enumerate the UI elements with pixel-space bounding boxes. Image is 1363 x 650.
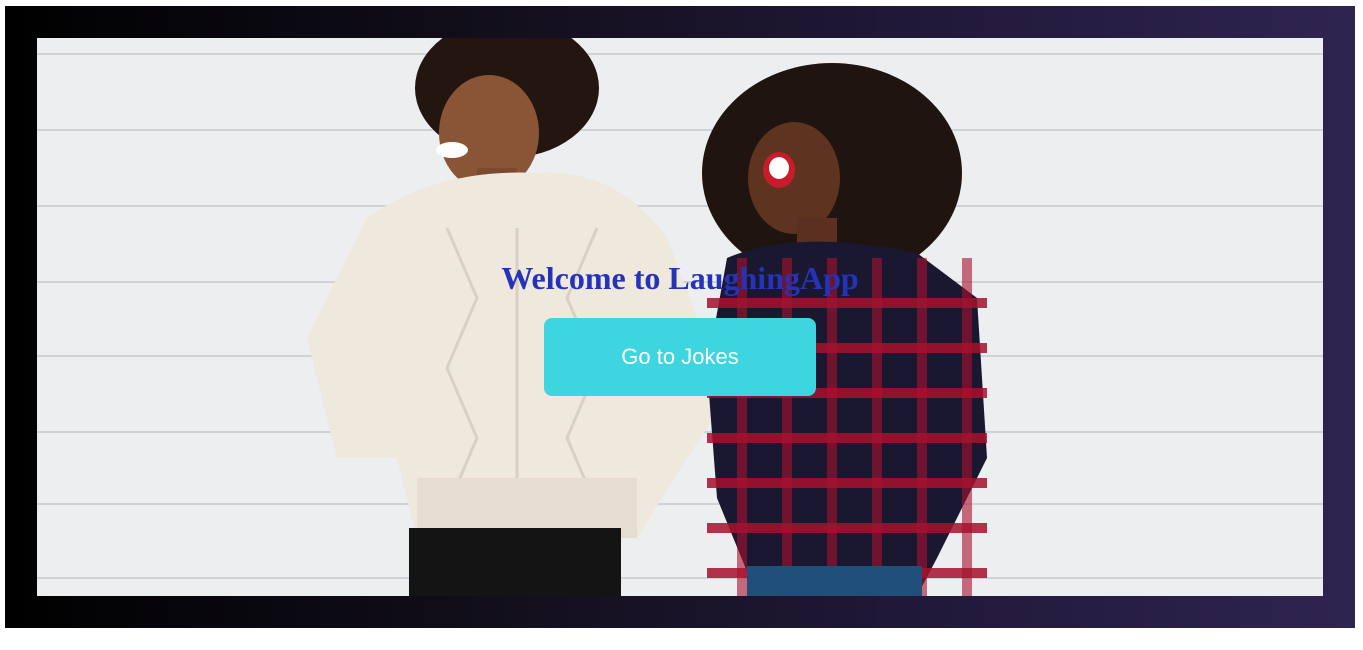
hero-overlay: Welcome to LaughingApp Go to Jokes [37, 38, 1323, 596]
hero-section: Welcome to LaughingApp Go to Jokes [37, 38, 1323, 596]
welcome-title: Welcome to LaughingApp [501, 260, 859, 296]
go-to-jokes-button[interactable]: Go to Jokes [544, 318, 816, 396]
page-frame: Welcome to LaughingApp Go to Jokes [5, 6, 1355, 628]
